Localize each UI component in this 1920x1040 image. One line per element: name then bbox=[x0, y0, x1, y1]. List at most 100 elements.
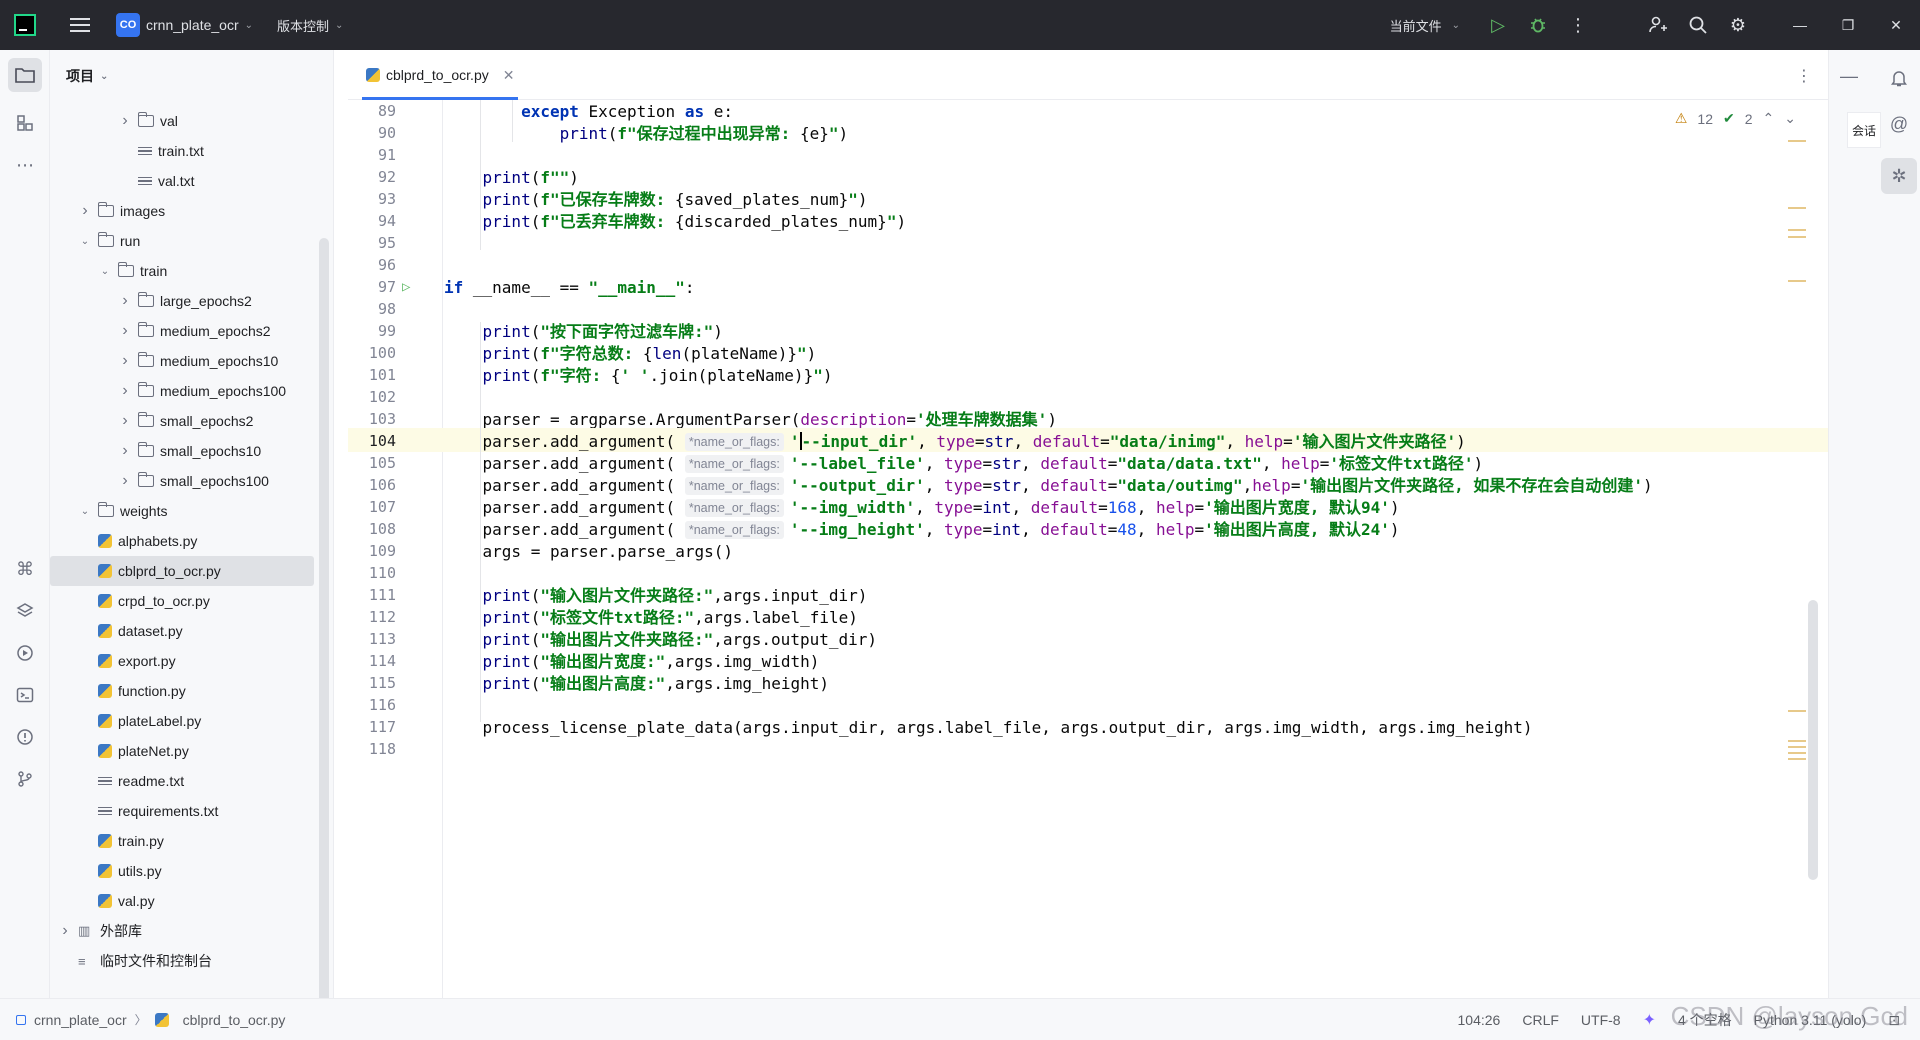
tree-item[interactable]: › small_epochs10 bbox=[50, 436, 334, 466]
scroll-mark[interactable] bbox=[1788, 740, 1806, 742]
code-editor[interactable]: 89 except Exception as e: 90 print(f"保存过程… bbox=[348, 100, 1828, 998]
spiral-assistant-icon[interactable]: @ bbox=[1881, 106, 1917, 142]
project-name[interactable]: crnn_plate_ocr bbox=[146, 17, 239, 33]
tree-item[interactable]: › val bbox=[50, 106, 334, 136]
editor-scrollbar[interactable] bbox=[1808, 600, 1818, 880]
terminal-icon[interactable] bbox=[8, 678, 42, 712]
main-menu-icon[interactable] bbox=[70, 14, 90, 36]
tree-item[interactable]: plateLabel.py bbox=[50, 706, 334, 736]
chevron-right-icon[interactable]: › bbox=[118, 382, 132, 400]
restore-icon[interactable]: ❐ bbox=[1824, 0, 1872, 50]
add-user-icon[interactable] bbox=[1638, 0, 1678, 50]
chevron-down-icon[interactable]: ⌄ bbox=[335, 20, 343, 31]
close-tab-icon[interactable]: ✕ bbox=[503, 67, 515, 84]
code-line[interactable]: print(f"已丢弃车牌数: {discarded_plates_num}") bbox=[444, 208, 907, 235]
chevron-down-icon[interactable]: ⌄ bbox=[1452, 20, 1460, 31]
project-panel-title[interactable]: 项目 bbox=[66, 66, 94, 86]
notifications-bell-icon[interactable] bbox=[1881, 60, 1917, 96]
tree-item[interactable]: export.py bbox=[50, 646, 334, 676]
more-horizontal-icon[interactable]: ⋯ bbox=[8, 148, 42, 182]
inspection-widget[interactable]: ⚠ 12 ✔ 2 ⌃ ⌄ bbox=[1675, 110, 1796, 127]
chevron-up-icon[interactable]: ⌃ bbox=[1763, 110, 1775, 127]
run-config-selector[interactable]: 当前文件 bbox=[1390, 16, 1442, 35]
tree-item[interactable]: › small_epochs100 bbox=[50, 466, 334, 496]
code-line[interactable]: process_license_plate_data(args.input_di… bbox=[444, 714, 1533, 741]
ai-assistant-icon[interactable]: ✲ bbox=[1881, 158, 1917, 194]
tree-item[interactable]: train.py bbox=[50, 826, 334, 856]
tree-item[interactable]: › large_epochs2 bbox=[50, 286, 334, 316]
tree-item[interactable]: ⌄ train bbox=[50, 256, 334, 286]
chevron-right-icon[interactable]: › bbox=[118, 292, 132, 310]
services-icon[interactable] bbox=[8, 636, 42, 670]
chevron-right-icon[interactable]: › bbox=[78, 202, 92, 220]
structure-icon[interactable] bbox=[8, 106, 42, 140]
tree-item[interactable]: ≡ 临时文件和控制台 bbox=[50, 946, 334, 976]
scroll-mark[interactable] bbox=[1788, 746, 1806, 748]
tree-item[interactable]: ⌄ weights bbox=[50, 496, 334, 526]
pycharm-logo-icon[interactable] bbox=[14, 14, 36, 36]
code-line[interactable]: print(f"字符: {' '.join(plateName)}") bbox=[444, 362, 833, 389]
chevron-right-icon[interactable]: › bbox=[118, 412, 132, 430]
tree-item[interactable]: › images bbox=[50, 196, 334, 226]
scroll-mark[interactable] bbox=[1788, 236, 1806, 238]
scroll-mark[interactable] bbox=[1788, 229, 1806, 231]
more-vertical-icon[interactable]: ⋮ bbox=[1796, 66, 1812, 86]
tree-item[interactable]: val.txt bbox=[50, 166, 334, 196]
code-line[interactable]: print("输出图片高度:",args.img_height) bbox=[444, 670, 829, 697]
tree-item[interactable]: dataset.py bbox=[50, 616, 334, 646]
code-line[interactable]: if __name__ == "__main__": bbox=[444, 274, 694, 301]
scroll-mark[interactable] bbox=[1788, 752, 1806, 754]
tree-item[interactable]: val.py bbox=[50, 886, 334, 916]
chevron-right-icon[interactable]: › bbox=[118, 442, 132, 460]
collapse-icon[interactable]: — bbox=[1831, 58, 1867, 94]
ai-status-icon[interactable]: ✦ bbox=[1643, 1010, 1656, 1030]
python-packages-icon[interactable]: ⌘ bbox=[8, 552, 42, 586]
ai-chat-tab[interactable]: 会话 bbox=[1847, 112, 1881, 148]
chevron-right-icon[interactable]: › bbox=[58, 922, 72, 940]
chevron-right-icon[interactable]: › bbox=[118, 352, 132, 370]
file-encoding[interactable]: UTF-8 bbox=[1581, 1012, 1621, 1028]
line-separator[interactable]: CRLF bbox=[1522, 1012, 1559, 1028]
editor-tab-cblprd[interactable]: cblprd_to_ocr.py ✕ bbox=[356, 50, 524, 100]
search-icon[interactable] bbox=[1678, 0, 1718, 50]
tree-item[interactable]: › ▥ 外部库 bbox=[50, 916, 334, 946]
git-branch-icon[interactable] bbox=[8, 762, 42, 796]
run-icon[interactable]: ▷ bbox=[1478, 0, 1518, 50]
chevron-down-icon[interactable]: ⌄ bbox=[98, 266, 112, 277]
tree-item[interactable]: readme.txt bbox=[50, 766, 334, 796]
more-vertical-icon[interactable]: ⋮ bbox=[1558, 0, 1598, 50]
project-scrollbar[interactable] bbox=[319, 238, 329, 1038]
chevron-right-icon[interactable]: › bbox=[118, 472, 132, 490]
tree-item[interactable]: › medium_epochs2 bbox=[50, 316, 334, 346]
close-icon[interactable]: ✕ bbox=[1872, 0, 1920, 50]
scroll-mark[interactable] bbox=[1788, 280, 1806, 282]
breadcrumb-file[interactable]: cblprd_to_ocr.py bbox=[183, 1012, 286, 1028]
tree-item[interactable]: › medium_epochs10 bbox=[50, 346, 334, 376]
debug-icon[interactable] bbox=[1518, 0, 1558, 50]
tree-item[interactable]: train.txt bbox=[50, 136, 334, 166]
tree-item[interactable]: › small_epochs2 bbox=[50, 406, 334, 436]
tree-item[interactable]: › medium_epochs100 bbox=[50, 376, 334, 406]
breadcrumb-project[interactable]: crnn_plate_ocr bbox=[34, 1012, 127, 1028]
chevron-right-icon[interactable]: › bbox=[118, 322, 132, 340]
run-gutter-icon[interactable]: ▷ bbox=[402, 274, 410, 301]
scroll-mark[interactable] bbox=[1788, 140, 1806, 142]
tree-item[interactable]: cblprd_to_ocr.py bbox=[50, 556, 314, 586]
problems-icon[interactable] bbox=[8, 720, 42, 754]
tree-item[interactable]: alphabets.py bbox=[50, 526, 334, 556]
project-badge[interactable]: CO bbox=[116, 13, 140, 37]
project-folder-icon[interactable] bbox=[8, 58, 42, 92]
code-line[interactable]: print(f"保存过程中出现异常: {e}") bbox=[444, 120, 849, 147]
minimize-icon[interactable]: — bbox=[1776, 0, 1824, 50]
scroll-mark[interactable] bbox=[1788, 207, 1806, 209]
chevron-down-icon[interactable]: ⌄ bbox=[245, 20, 253, 31]
chevron-down-icon[interactable]: ⌄ bbox=[1784, 110, 1796, 127]
tree-item[interactable]: function.py bbox=[50, 676, 334, 706]
tree-item[interactable]: requirements.txt bbox=[50, 796, 334, 826]
chevron-down-icon[interactable]: ⌄ bbox=[78, 506, 92, 517]
tree-item[interactable]: ⌄ run bbox=[50, 226, 334, 256]
tree-item[interactable]: crpd_to_ocr.py bbox=[50, 586, 334, 616]
tree-item[interactable]: plateNet.py bbox=[50, 736, 334, 766]
layers-icon[interactable] bbox=[8, 594, 42, 628]
chevron-right-icon[interactable]: › bbox=[118, 112, 132, 130]
